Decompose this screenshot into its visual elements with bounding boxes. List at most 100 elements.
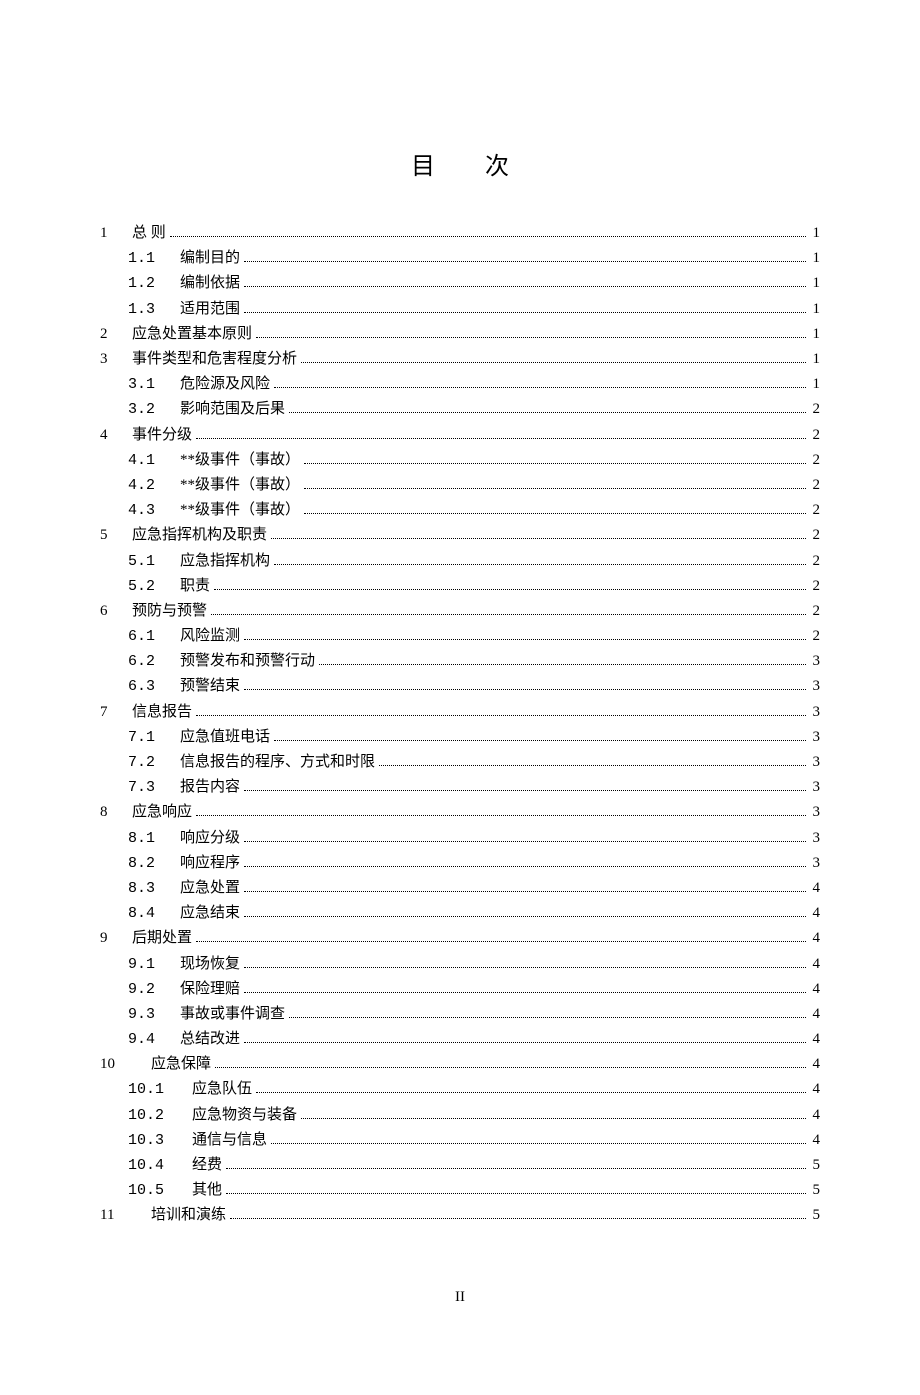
- toc-subsection-number: 6.2: [100, 649, 172, 674]
- toc-subsection-number: 7.1: [100, 725, 172, 750]
- toc-section-label: 应急处置基本原则: [130, 322, 252, 347]
- toc-section-number: 4: [100, 423, 130, 448]
- toc-subsection-number: 3.1: [100, 372, 172, 397]
- toc-page-number: 5: [810, 1178, 820, 1203]
- toc-subsection-label: 响应程序: [172, 851, 240, 876]
- toc-subsection-number: 4.1: [100, 448, 172, 473]
- toc-page-number: 4: [810, 977, 820, 1002]
- toc-row: 10.5其他5: [100, 1178, 820, 1203]
- toc-subsection-label: 编制目的: [172, 246, 240, 271]
- toc-subsection-number: 9.4: [100, 1027, 172, 1052]
- toc-row: 10应急保障4: [100, 1052, 820, 1077]
- toc-subsection-label: 事故或事件调查: [172, 1002, 285, 1027]
- toc-subsection-label: 风险监测: [172, 624, 240, 649]
- toc-leader-dots: [379, 752, 806, 767]
- toc-row: 9后期处置4: [100, 926, 820, 951]
- toc-subsection-label: 应急队伍: [180, 1077, 252, 1102]
- toc-leader-dots: [244, 298, 806, 313]
- toc-page-number: 3: [810, 826, 820, 851]
- toc-leader-dots: [214, 575, 806, 590]
- toc-row: 3.2影响范围及后果2: [100, 397, 820, 422]
- toc-row: 1总 则1: [100, 221, 820, 246]
- toc-page-number: 3: [810, 800, 820, 825]
- toc-page-number: 2: [810, 448, 820, 473]
- toc-row: 5.2职责2: [100, 574, 820, 599]
- toc-page-number: 4: [810, 901, 820, 926]
- toc-row: 8.3应急处置4: [100, 876, 820, 901]
- toc-section-number: 3: [100, 347, 130, 372]
- toc-subsection-label: 应急处置: [172, 876, 240, 901]
- toc-leader-dots: [274, 374, 806, 389]
- toc-subsection-label: 影响范围及后果: [172, 397, 285, 422]
- toc-subsection-number: 9.1: [100, 952, 172, 977]
- toc-page-number: 1: [810, 372, 820, 397]
- toc-leader-dots: [319, 651, 806, 666]
- toc-subsection-label: 预警发布和预警行动: [172, 649, 315, 674]
- toc-section-number: 9: [100, 926, 130, 951]
- toc-subsection-label: 应急值班电话: [172, 725, 270, 750]
- toc-section-label: 事件分级: [130, 423, 192, 448]
- toc-page-number: 1: [810, 322, 820, 347]
- toc-leader-dots: [304, 500, 806, 515]
- toc-subsection-number: 1.2: [100, 271, 172, 296]
- toc-leader-dots: [170, 223, 806, 238]
- toc-subsection-number: 5.2: [100, 574, 172, 599]
- toc-row: 7.1应急值班电话3: [100, 725, 820, 750]
- toc-page-number: 1: [810, 297, 820, 322]
- toc-leader-dots: [301, 1104, 806, 1119]
- toc-row: 10.1应急队伍4: [100, 1077, 820, 1102]
- toc-leader-dots: [196, 701, 806, 716]
- toc-leader-dots: [304, 449, 806, 464]
- toc-subsection-number: 4.3: [100, 498, 172, 523]
- toc-page-number: 2: [810, 549, 820, 574]
- toc-leader-dots: [244, 978, 806, 993]
- toc-row: 6预防与预警2: [100, 599, 820, 624]
- toc-section-label: 信息报告: [130, 700, 192, 725]
- toc-leader-dots: [301, 349, 806, 364]
- toc-row: 3.1危险源及风险1: [100, 372, 820, 397]
- toc-subsection-label: 经费: [180, 1153, 222, 1178]
- toc-page-number: 4: [810, 876, 820, 901]
- toc-row: 9.3事故或事件调查4: [100, 1002, 820, 1027]
- toc-section-label: 预防与预警: [130, 599, 207, 624]
- toc-subsection-number: 8.2: [100, 851, 172, 876]
- toc-subsection-label: 应急结束: [172, 901, 240, 926]
- toc-leader-dots: [244, 827, 806, 842]
- toc-row: 7.2信息报告的程序、方式和时限3: [100, 750, 820, 775]
- toc-row: 8应急响应3: [100, 800, 820, 825]
- toc-row: 5.1应急指挥机构2: [100, 549, 820, 574]
- toc-leader-dots: [244, 877, 806, 892]
- toc-leader-dots: [211, 600, 806, 615]
- toc-section-number: 8: [100, 800, 130, 825]
- toc-leader-dots: [244, 777, 806, 792]
- toc-subsection-label: 报告内容: [172, 775, 240, 800]
- toc-row: 9.1现场恢复4: [100, 952, 820, 977]
- toc-subsection-number: 5.1: [100, 549, 172, 574]
- toc-leader-dots: [196, 424, 806, 439]
- toc-subsection-number: 4.2: [100, 473, 172, 498]
- toc-row: 4.2**级事件（事故）2: [100, 473, 820, 498]
- document-page: 目次 1总 则11.1编制目的11.2编制依据11.3适用范围12应急处置基本原…: [0, 0, 920, 1366]
- toc-leader-dots: [244, 953, 806, 968]
- toc-row: 8.1响应分级3: [100, 826, 820, 851]
- toc-row: 6.1风险监测2: [100, 624, 820, 649]
- toc-row: 4.1**级事件（事故）2: [100, 448, 820, 473]
- toc-page-number: 1: [810, 221, 820, 246]
- toc-leader-dots: [274, 550, 806, 565]
- toc-row: 9.4总结改进4: [100, 1027, 820, 1052]
- toc-page-number: 2: [810, 624, 820, 649]
- toc-section-number: 1: [100, 221, 130, 246]
- toc-row: 7.3报告内容3: [100, 775, 820, 800]
- toc-leader-dots: [289, 399, 806, 414]
- toc-row: 10.2应急物资与装备4: [100, 1103, 820, 1128]
- toc-row: 4.3**级事件（事故）2: [100, 498, 820, 523]
- toc-page-number: 3: [810, 851, 820, 876]
- toc-leader-dots: [256, 1079, 806, 1094]
- toc-leader-dots: [271, 1129, 806, 1144]
- toc-subsection-number: 10.4: [100, 1153, 180, 1178]
- toc-section-number: 10: [100, 1052, 133, 1077]
- toc-leader-dots: [230, 1205, 806, 1220]
- toc-section-label: 应急指挥机构及职责: [130, 523, 267, 548]
- toc-page-number: 2: [810, 473, 820, 498]
- toc-section-number: 11: [100, 1203, 133, 1228]
